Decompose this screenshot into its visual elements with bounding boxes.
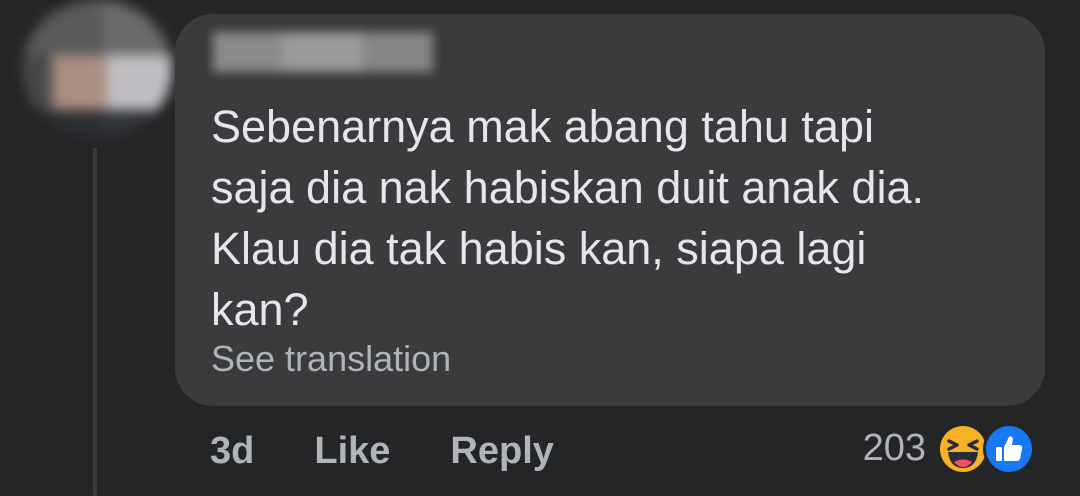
- comment-actions: 3d Like Reply: [210, 428, 614, 474]
- comment-line: saja dia nak habiskan duit anak dia.: [211, 162, 924, 213]
- avatar[interactable]: [22, 0, 172, 138]
- see-translation-link[interactable]: See translation: [211, 338, 451, 380]
- comment-text: Sebenarnya mak abang tahu tapi saja dia …: [211, 96, 1021, 340]
- comment-line: Sebenarnya mak abang tahu tapi: [211, 101, 874, 152]
- reaction-count: 203: [862, 426, 926, 469]
- thread-line: [93, 148, 97, 496]
- comment-timestamp[interactable]: 3d: [210, 430, 254, 473]
- comment-line: Klau dia tak habis kan, siapa lagi: [211, 223, 867, 274]
- comment-bubble: Sebenarnya mak abang tahu tapi saja dia …: [175, 14, 1045, 406]
- reaction-summary[interactable]: 203: [863, 420, 1042, 476]
- comment-line: kan?: [211, 284, 309, 335]
- author-name-redacted[interactable]: [213, 32, 433, 72]
- reply-button[interactable]: Reply: [450, 430, 553, 473]
- like-button[interactable]: Like: [314, 430, 390, 473]
- comment-thread: Sebenarnya mak abang tahu tapi saja dia …: [0, 0, 1080, 496]
- reaction-icons: [932, 420, 1042, 476]
- like-icon: [983, 423, 1035, 475]
